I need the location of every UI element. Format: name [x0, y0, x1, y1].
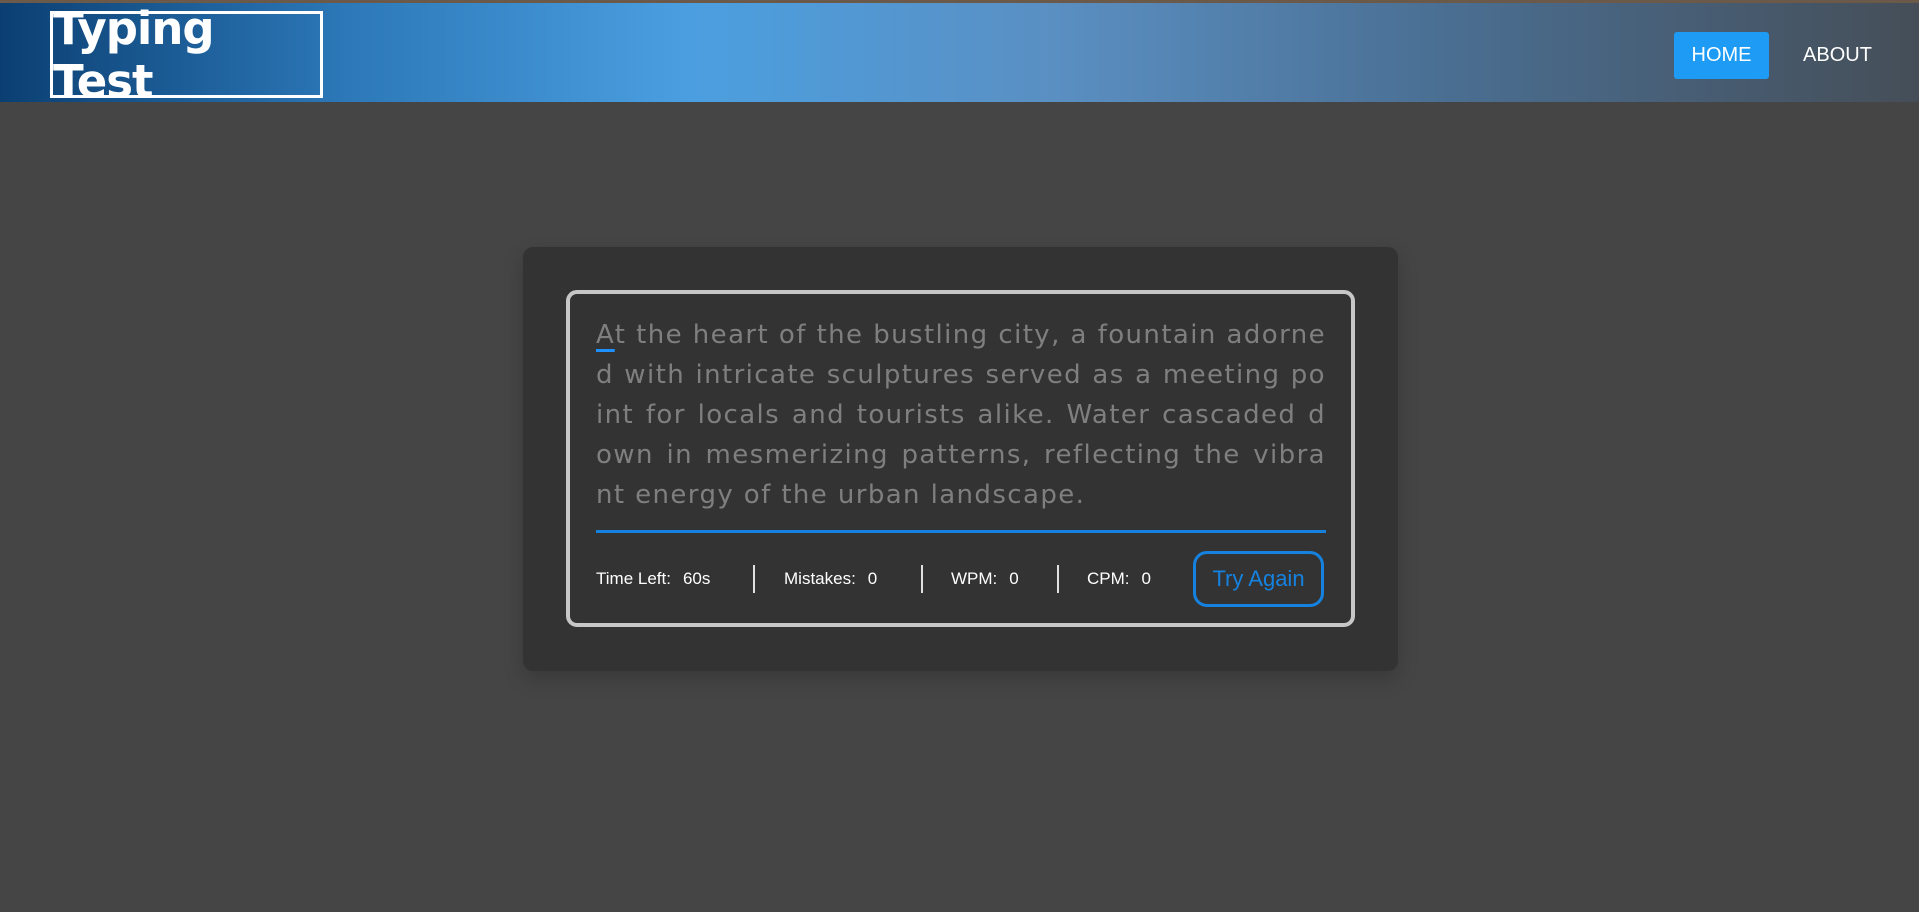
try-again-button[interactable]: Try Again	[1193, 551, 1324, 607]
wpm-value: 0	[1009, 569, 1019, 588]
nav-about-link[interactable]: ABOUT	[1790, 32, 1885, 79]
cpm-stat: CPM: 0	[1087, 559, 1151, 599]
time-left-label: Time Left:	[596, 569, 671, 588]
time-left-stat: Time Left: 60s	[596, 559, 710, 599]
stat-separator	[1057, 565, 1059, 593]
cpm-label: CPM:	[1087, 569, 1130, 588]
stat-separator	[921, 565, 923, 593]
typing-passage[interactable]: At the heart of the bustling city, a fou…	[596, 315, 1326, 515]
wpm-stat: WPM: 0	[951, 559, 1019, 599]
current-character: A	[596, 320, 615, 350]
typing-test-card: At the heart of the bustling city, a fou…	[523, 247, 1398, 671]
navbar: Typing Test HOME ABOUT	[0, 0, 1919, 108]
passage-text: t the heart of the bustling city, a foun…	[596, 320, 1326, 510]
nav-home-link[interactable]: HOME	[1674, 32, 1769, 79]
site-logo[interactable]: Typing Test	[50, 2, 323, 108]
stat-separator	[753, 565, 755, 593]
time-left-value: 60s	[682, 569, 711, 588]
passage-divider	[596, 530, 1326, 533]
wpm-label: WPM:	[951, 569, 998, 588]
mistakes-stat: Mistakes: 0	[784, 559, 877, 599]
mistakes-label: Mistakes:	[784, 569, 856, 588]
cpm-value: 0	[1141, 569, 1151, 588]
mistakes-value: 0	[867, 569, 878, 588]
